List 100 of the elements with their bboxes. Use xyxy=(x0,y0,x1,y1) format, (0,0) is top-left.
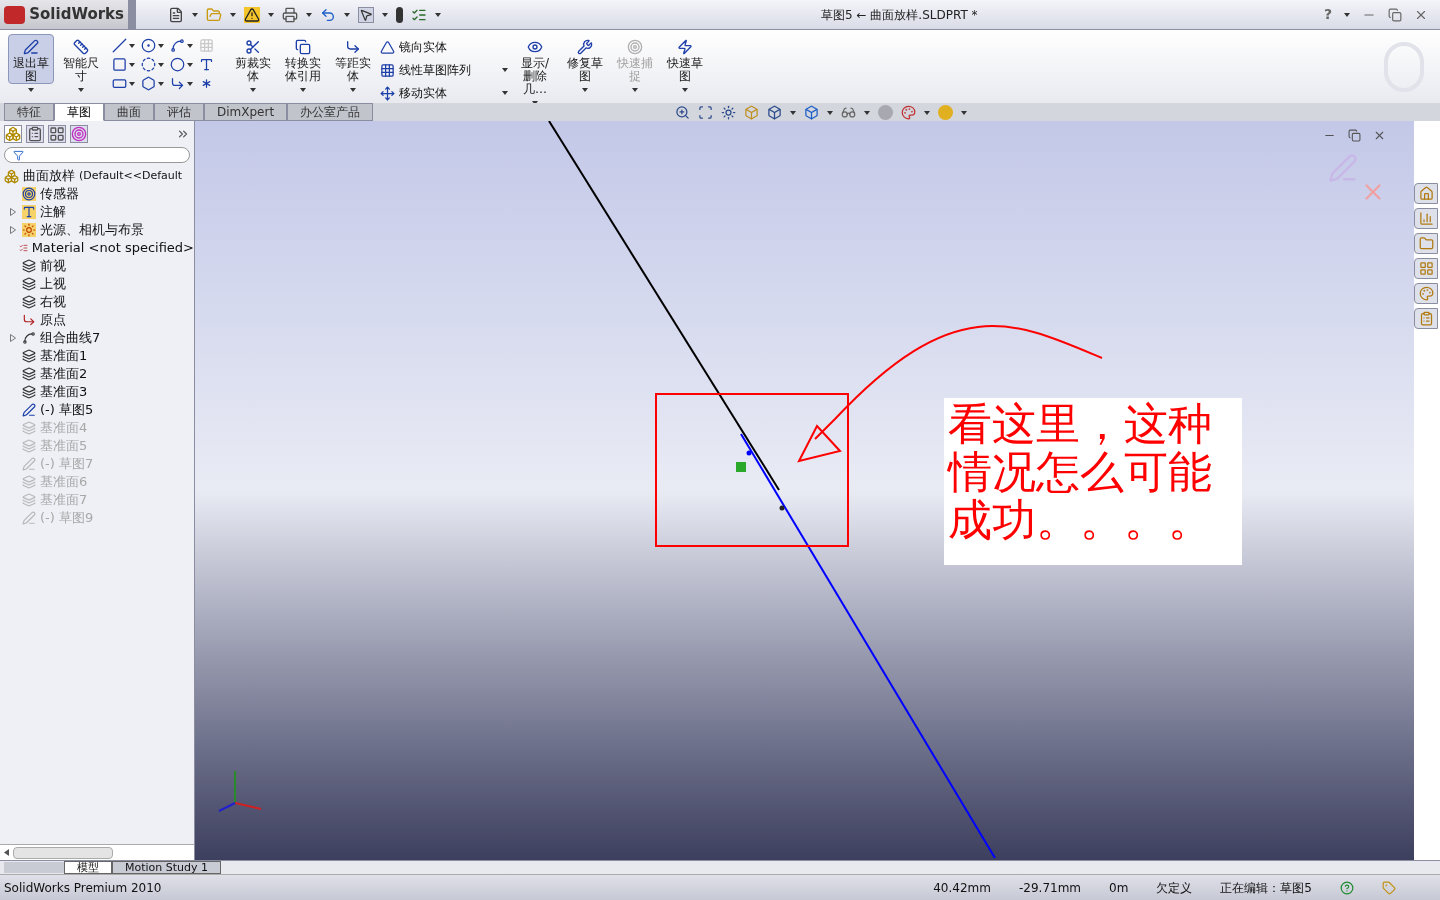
caret-icon[interactable] xyxy=(300,88,306,92)
text-icon[interactable] xyxy=(199,57,214,72)
help-button[interactable]: ? xyxy=(1323,4,1332,25)
arc-icon[interactable] xyxy=(141,57,156,72)
expand-triangle-icon[interactable] xyxy=(10,334,16,342)
toolbar-button[interactable]: 等距实体 xyxy=(330,34,376,84)
tree-item[interactable]: 基准面2 xyxy=(40,364,88,384)
caret-icon[interactable] xyxy=(502,91,508,95)
caret-icon[interactable] xyxy=(158,43,164,48)
model-tab[interactable]: Motion Study 1 xyxy=(112,861,222,874)
caret-icon[interactable] xyxy=(268,12,274,17)
zoom-icon[interactable] xyxy=(675,105,690,120)
tree-item[interactable]: 右视 xyxy=(40,292,66,312)
caret-icon[interactable] xyxy=(1344,12,1350,17)
caret-icon[interactable] xyxy=(28,88,34,92)
caret-icon[interactable] xyxy=(250,88,256,92)
tree-item[interactable]: 基准面1 xyxy=(40,346,88,366)
caret-icon[interactable] xyxy=(230,12,236,17)
caret-icon[interactable] xyxy=(350,88,356,92)
logo[interactable]: SolidWorks xyxy=(0,0,128,29)
restore-icon[interactable] xyxy=(1388,7,1402,22)
rectangle-icon[interactable] xyxy=(112,57,127,72)
caret-icon[interactable] xyxy=(924,110,930,115)
toolbar-button[interactable]: 退出草图 xyxy=(8,34,54,84)
caret-icon[interactable] xyxy=(129,43,135,48)
caret-icon[interactable] xyxy=(435,12,441,17)
tree-item[interactable]: 上视 xyxy=(40,274,66,294)
spline-icon[interactable] xyxy=(170,38,185,53)
polygon-icon[interactable] xyxy=(141,76,156,91)
folder-icon[interactable] xyxy=(1418,236,1434,251)
tree-item[interactable]: 传感器 xyxy=(40,184,79,204)
warning-icon[interactable] xyxy=(244,6,260,23)
print-icon[interactable] xyxy=(282,6,298,23)
command-tab[interactable]: 草图 xyxy=(54,103,104,121)
undo-icon[interactable] xyxy=(320,6,336,23)
scroll-left-icon[interactable] xyxy=(4,849,9,856)
filter-field[interactable] xyxy=(4,147,190,163)
circle-icon[interactable] xyxy=(141,38,156,53)
caret-icon[interactable] xyxy=(129,62,135,67)
property-tab-icon[interactable] xyxy=(26,125,44,143)
caret-icon[interactable] xyxy=(192,12,198,17)
feature-tree-tab-icon[interactable] xyxy=(4,125,22,143)
house-icon[interactable] xyxy=(1418,186,1434,201)
line-icon[interactable] xyxy=(112,38,127,53)
scrollbar-thumb[interactable] xyxy=(13,846,113,859)
caret-icon[interactable] xyxy=(158,62,164,67)
tree-item[interactable]: 原点 xyxy=(40,310,66,330)
command-tab[interactable]: 曲面 xyxy=(104,103,154,121)
clipboard-icon[interactable] xyxy=(1418,311,1434,326)
toolbar-button[interactable]: 修复草图 xyxy=(562,34,608,84)
toolbar-button[interactable]: 显示/删除几… xyxy=(512,34,558,97)
command-tab[interactable]: DimXpert xyxy=(204,103,288,121)
caret-icon[interactable] xyxy=(382,12,388,17)
caret-icon[interactable] xyxy=(344,12,350,17)
expand-triangle-icon[interactable] xyxy=(10,208,16,216)
tree-item[interactable]: (-) 草图5 xyxy=(40,400,94,420)
tree-item[interactable]: 前视 xyxy=(40,256,66,276)
caret-icon[interactable] xyxy=(187,81,193,86)
dotted-grid-icon[interactable] xyxy=(199,38,214,53)
help-icon[interactable] xyxy=(1340,880,1354,895)
caret-icon[interactable] xyxy=(864,110,870,115)
configuration-tab-icon[interactable] xyxy=(48,125,66,143)
caret-icon[interactable] xyxy=(158,81,164,86)
caret-icon[interactable] xyxy=(961,110,967,115)
more-icon[interactable] xyxy=(176,127,190,141)
caret-icon[interactable] xyxy=(187,62,193,67)
toolbar-button[interactable]: 智能尺寸 xyxy=(58,34,104,84)
command-tab[interactable]: 办公室产品 xyxy=(287,103,374,121)
pointer-icon[interactable] xyxy=(358,6,374,23)
command-tab[interactable]: 特征 xyxy=(4,103,54,121)
view-orientation-icon[interactable] xyxy=(767,105,782,120)
tree-item[interactable]: 光源、相机与布景 xyxy=(40,220,144,240)
glasses-icon[interactable] xyxy=(841,105,856,120)
model-tab[interactable]: 模型 xyxy=(64,861,112,874)
caret-icon[interactable] xyxy=(790,110,796,115)
caret-icon[interactable] xyxy=(682,88,688,92)
layout-icon[interactable] xyxy=(1418,261,1434,276)
light-icon[interactable] xyxy=(721,105,736,120)
tree-item[interactable]: 注解 xyxy=(40,202,66,222)
caret-icon[interactable] xyxy=(502,68,508,72)
tree-item[interactable]: Material <not specified> xyxy=(31,238,194,258)
display-style-icon[interactable] xyxy=(804,105,819,120)
caret-icon[interactable] xyxy=(187,43,193,48)
palette-icon[interactable] xyxy=(901,105,916,120)
tool-menu-item[interactable]: 镜向实体 xyxy=(399,38,447,56)
tool-menu-item[interactable]: 移动实体 xyxy=(399,84,447,102)
restore-icon[interactable] xyxy=(1348,129,1361,142)
toolbar-button[interactable]: 剪裁实体 xyxy=(230,34,276,84)
new-document-icon[interactable] xyxy=(168,6,184,23)
crosshair-tab-icon[interactable] xyxy=(70,125,88,143)
tree-item[interactable]: 组合曲线7 xyxy=(40,328,101,348)
caret-icon[interactable] xyxy=(827,110,833,115)
caret-icon[interactable] xyxy=(129,81,135,86)
zoom-area-icon[interactable] xyxy=(698,105,713,120)
command-tab[interactable]: 评估 xyxy=(154,103,204,121)
caret-icon[interactable] xyxy=(78,88,84,92)
tree-item[interactable]: 基准面3 xyxy=(40,382,88,402)
toolbar-button[interactable]: 转换实体引用 xyxy=(280,34,326,84)
expand-triangle-icon[interactable] xyxy=(10,226,16,234)
caret-icon[interactable] xyxy=(582,88,588,92)
